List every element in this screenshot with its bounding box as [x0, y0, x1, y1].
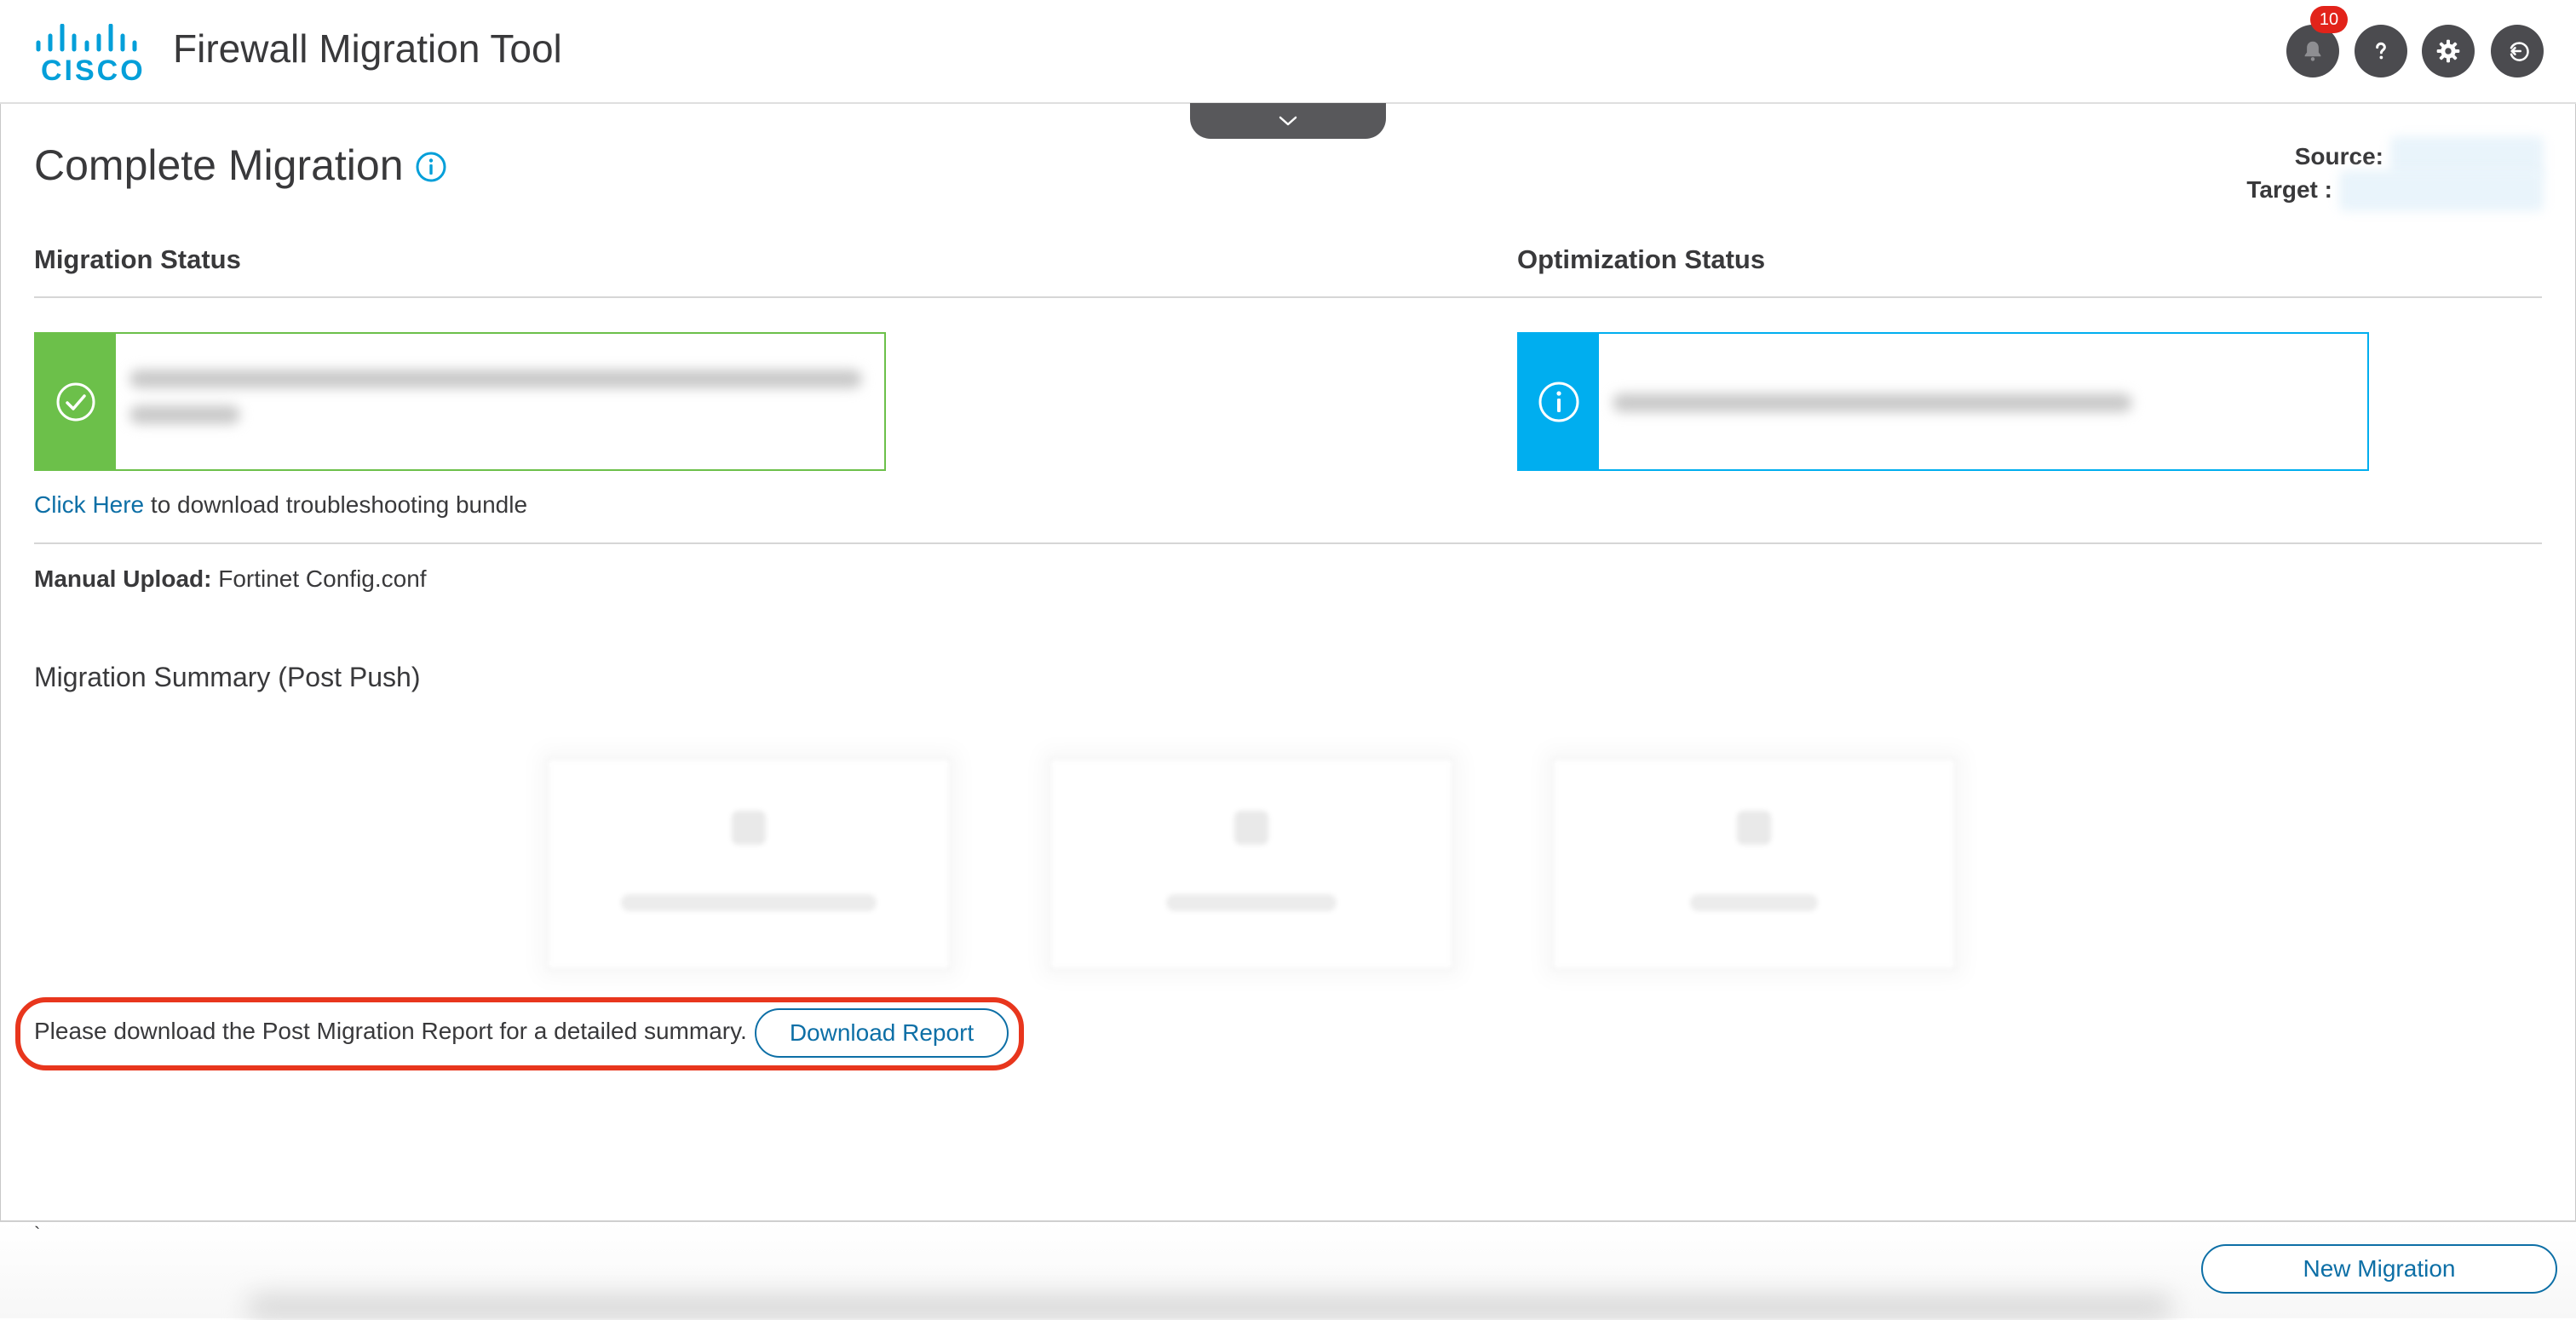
- help-icon: [2376, 42, 2386, 60]
- target-label: Target :: [2246, 176, 2332, 203]
- info-icon: [1538, 382, 1579, 422]
- cisco-logo: CISCO: [34, 23, 143, 87]
- logout-button[interactable]: [2491, 25, 2544, 77]
- troubleshooting-text: to download troubleshooting bundle: [144, 491, 528, 518]
- migration-status-message-redacted: [129, 370, 862, 388]
- chevron-down-icon: [1279, 116, 1297, 126]
- download-report-text: Please download the Post Migration Repor…: [34, 1018, 747, 1044]
- migration-summary-title: Migration Summary (Post Push): [34, 662, 421, 692]
- summary-tile-label-redacted: [1690, 894, 1818, 911]
- optimization-status-card: [1517, 332, 2369, 471]
- app-header: CISCO Firewall Migration Tool 10: [0, 0, 2576, 104]
- summary-tile-icon: [732, 811, 766, 845]
- footer-marker: `: [34, 1223, 41, 1244]
- summary-tile: [1049, 758, 1453, 970]
- summary-tile-icon: [1234, 811, 1268, 845]
- summary-tile-icon: [1737, 811, 1771, 845]
- new-migration-button[interactable]: New Migration: [2201, 1244, 2557, 1294]
- summary-tile: [547, 758, 951, 970]
- manual-upload-file: Fortinet Config.conf: [211, 565, 427, 592]
- info-strip: [1519, 334, 1599, 469]
- app-title: Firewall Migration Tool: [173, 26, 562, 71]
- settings-button[interactable]: [2422, 25, 2475, 77]
- info-icon[interactable]: [415, 151, 447, 183]
- summary-tile-label-redacted: [1166, 894, 1337, 911]
- page-title: Complete Migration: [34, 141, 404, 189]
- manual-upload-label: Manual Upload:: [34, 565, 212, 592]
- cisco-wordmark: CISCO: [41, 55, 146, 87]
- notification-count-badge: 10: [2310, 6, 2348, 33]
- source-label: Source:: [2294, 143, 2383, 169]
- logout-icon: [2510, 42, 2529, 61]
- bell-icon: [2304, 41, 2321, 61]
- troubleshooting-download-link[interactable]: Click Here: [34, 491, 144, 518]
- migration-status-message-redacted-2: [129, 405, 240, 424]
- troubleshooting-line: Click Here to download troubleshooting b…: [34, 491, 527, 519]
- manual-upload-line: Manual Upload: Fortinet Config.conf: [34, 565, 427, 593]
- header-collapse-toggle[interactable]: [1190, 103, 1386, 139]
- optimization-status-title: Optimization Status: [1517, 244, 1766, 274]
- summary-tile: [1552, 758, 1956, 970]
- status-divider: [34, 296, 2542, 298]
- gear-icon: [2436, 39, 2460, 63]
- help-button[interactable]: [2355, 25, 2407, 77]
- summary-tile-label-redacted: [621, 894, 877, 911]
- app-window: [0, 0, 2576, 1317]
- check-circle-icon: [56, 382, 95, 421]
- migration-status-title: Migration Status: [34, 244, 241, 274]
- target-value-redacted: [2339, 170, 2544, 211]
- migration-status-card: [34, 332, 886, 471]
- upload-divider: [34, 542, 2542, 544]
- optimization-status-message-redacted: [1613, 393, 2132, 412]
- download-report-button[interactable]: Download Report: [755, 1008, 1009, 1058]
- success-strip: [36, 334, 116, 469]
